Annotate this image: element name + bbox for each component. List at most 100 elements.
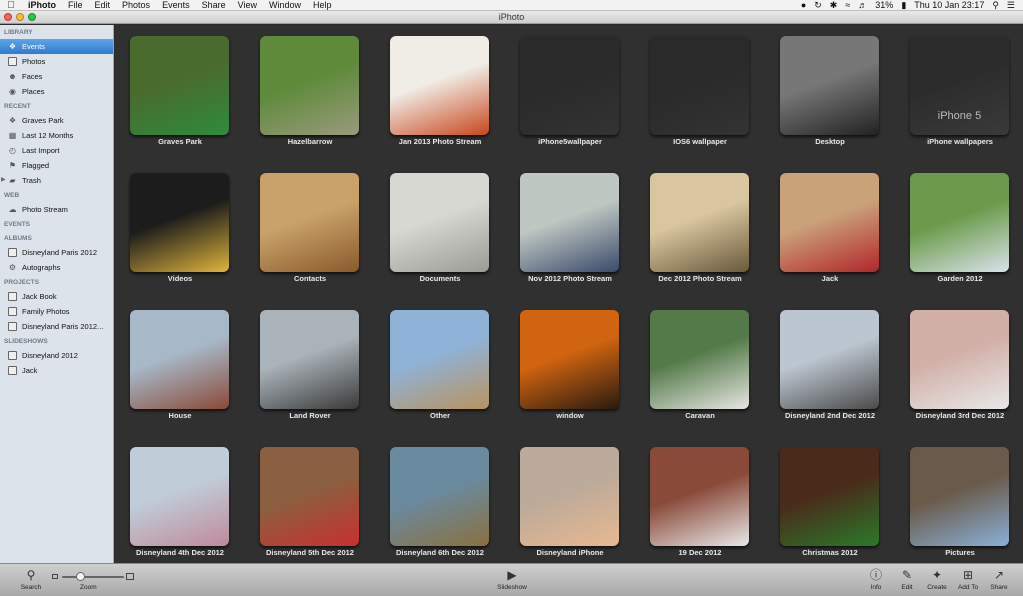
menu-iphoto[interactable]: iPhoto xyxy=(22,0,62,11)
event-title[interactable]: window xyxy=(505,411,635,420)
event-thumbnail[interactable] xyxy=(390,310,489,409)
sidebar-item-disneyland-paris-project[interactable]: Disneyland Paris 2012... xyxy=(0,319,113,334)
event-title[interactable]: Nov 2012 Photo Stream xyxy=(505,274,635,283)
sidebar-item-places[interactable]: ◉ Places xyxy=(0,84,113,99)
event-title[interactable]: Contacts xyxy=(245,274,375,283)
event-thumbnail[interactable] xyxy=(650,447,749,546)
event-tile[interactable]: Desktop xyxy=(765,25,895,157)
menubar-clock[interactable]: Thu 10 Jan 23:17 xyxy=(914,0,984,11)
disclosure-triangle-icon[interactable]: ▶ xyxy=(1,173,6,188)
event-tile[interactable]: iPhone5wallpaper xyxy=(505,25,635,157)
event-tile[interactable]: Documents xyxy=(375,162,505,294)
apple-menu-icon[interactable]:  xyxy=(0,0,22,11)
event-thumbnail[interactable] xyxy=(780,173,879,272)
event-tile[interactable]: Contacts xyxy=(245,162,375,294)
volume-icon[interactable]: ♬ xyxy=(858,0,867,11)
event-tile[interactable]: Disneyland 6th Dec 2012 xyxy=(375,436,505,568)
event-tile[interactable]: Garden 2012 xyxy=(895,162,1023,294)
event-tile[interactable]: Hazelbarrow xyxy=(245,25,375,157)
menu-share[interactable]: Share xyxy=(196,0,232,11)
event-title[interactable]: Pictures xyxy=(895,548,1023,557)
event-thumbnail[interactable] xyxy=(260,310,359,409)
event-title[interactable]: Disneyland 4th Dec 2012 xyxy=(115,548,245,557)
event-title[interactable]: Other xyxy=(375,411,505,420)
event-thumbnail[interactable] xyxy=(390,36,489,135)
sidebar-item-photos[interactable]: Photos xyxy=(0,54,113,69)
bluetooth-icon[interactable]: ✱ xyxy=(830,0,838,11)
event-thumbnail[interactable] xyxy=(650,36,749,135)
add-to-button[interactable]: ⊞ Add To xyxy=(951,567,985,593)
info-button[interactable]: ⓘ Info xyxy=(859,567,893,593)
sidebar-item-disneyland-paris-2012[interactable]: Disneyland Paris 2012 xyxy=(0,245,113,260)
event-title[interactable]: Disneyland 6th Dec 2012 xyxy=(375,548,505,557)
sidebar-item-last-12-months[interactable]: ▦ Last 12 Months xyxy=(0,128,113,143)
event-title[interactable]: Jan 2013 Photo Stream xyxy=(375,137,505,146)
sidebar-item-photo-stream[interactable]: ☁ Photo Stream xyxy=(0,202,113,217)
battery-percent[interactable]: 31% xyxy=(875,0,893,11)
event-tile[interactable]: iPhone 5 iPhone wallpapers xyxy=(895,25,1023,157)
event-thumbnail[interactable] xyxy=(260,447,359,546)
search-button[interactable]: ⚲ Search xyxy=(14,567,48,593)
event-title[interactable]: Christmas 2012 xyxy=(765,548,895,557)
event-title[interactable]: Videos xyxy=(115,274,245,283)
share-button[interactable]: ↗ Share xyxy=(982,567,1016,593)
sidebar-item-disneyland-2012[interactable]: Disneyland 2012 xyxy=(0,348,113,363)
event-thumbnail[interactable] xyxy=(260,36,359,135)
menu-file[interactable]: File xyxy=(62,0,89,11)
event-tile[interactable]: Caravan xyxy=(635,299,765,431)
sidebar-item-graves-park[interactable]: ❖ Graves Park xyxy=(0,113,113,128)
event-title[interactable]: Garden 2012 xyxy=(895,274,1023,283)
sidebar-item-flagged[interactable]: ⚑ Flagged xyxy=(0,158,113,173)
event-title[interactable]: Hazelbarrow xyxy=(245,137,375,146)
event-thumbnail[interactable] xyxy=(130,310,229,409)
event-tile[interactable]: Land Rover xyxy=(245,299,375,431)
event-thumbnail[interactable] xyxy=(910,310,1009,409)
event-tile[interactable]: Dec 2012 Photo Stream xyxy=(635,162,765,294)
event-title[interactable]: 19 Dec 2012 xyxy=(635,548,765,557)
event-title[interactable]: IOS6 wallpaper xyxy=(635,137,765,146)
event-thumbnail[interactable] xyxy=(780,36,879,135)
event-thumbnail[interactable] xyxy=(910,173,1009,272)
event-tile[interactable]: Nov 2012 Photo Stream xyxy=(505,162,635,294)
event-title[interactable]: Graves Park xyxy=(115,137,245,146)
sidebar-item-autographs[interactable]: ⚙ Autographs xyxy=(0,260,113,275)
event-title[interactable]: Jack xyxy=(765,274,895,283)
event-thumbnail[interactable] xyxy=(260,173,359,272)
menu-view[interactable]: View xyxy=(232,0,263,11)
event-thumbnail[interactable] xyxy=(780,447,879,546)
zoom-slider-track[interactable] xyxy=(62,576,124,578)
edit-button[interactable]: ✎ Edit xyxy=(890,567,924,593)
event-thumbnail[interactable] xyxy=(390,447,489,546)
menu-window[interactable]: Window xyxy=(263,0,307,11)
event-tile[interactable]: window xyxy=(505,299,635,431)
event-title[interactable]: Desktop xyxy=(765,137,895,146)
notification-center-icon[interactable]: ☰ xyxy=(1007,0,1015,11)
event-thumbnail[interactable] xyxy=(130,173,229,272)
event-title[interactable]: iPhone wallpapers xyxy=(895,137,1023,146)
create-button[interactable]: ✦ Create xyxy=(920,567,954,593)
slideshow-button[interactable]: ▶ Slideshow xyxy=(495,567,529,593)
event-thumbnail[interactable] xyxy=(520,447,619,546)
event-tile[interactable]: IOS6 wallpaper xyxy=(635,25,765,157)
record-icon[interactable]: ● xyxy=(801,0,806,11)
event-thumbnail[interactable] xyxy=(390,173,489,272)
event-tile[interactable]: 19 Dec 2012 xyxy=(635,436,765,568)
event-thumbnail[interactable] xyxy=(130,36,229,135)
time-machine-icon[interactable]: ↻ xyxy=(814,0,822,11)
event-title[interactable]: Disneyland 3rd Dec 2012 xyxy=(895,411,1023,420)
zoom-slider[interactable] xyxy=(52,571,134,583)
event-title[interactable]: Land Rover xyxy=(245,411,375,420)
event-tile[interactable]: Disneyland 3rd Dec 2012 xyxy=(895,299,1023,431)
event-thumbnail[interactable] xyxy=(780,310,879,409)
event-tile[interactable]: House xyxy=(115,299,245,431)
battery-icon[interactable]: ▮ xyxy=(901,0,906,11)
event-tile[interactable]: Videos xyxy=(115,162,245,294)
event-thumbnail[interactable] xyxy=(910,447,1009,546)
event-thumbnail[interactable] xyxy=(520,310,619,409)
event-title[interactable]: House xyxy=(115,411,245,420)
event-thumbnail[interactable] xyxy=(130,447,229,546)
event-thumbnail[interactable] xyxy=(520,36,619,135)
menu-photos[interactable]: Photos xyxy=(116,0,156,11)
event-title[interactable]: Caravan xyxy=(635,411,765,420)
event-tile[interactable]: Disneyland 4th Dec 2012 xyxy=(115,436,245,568)
